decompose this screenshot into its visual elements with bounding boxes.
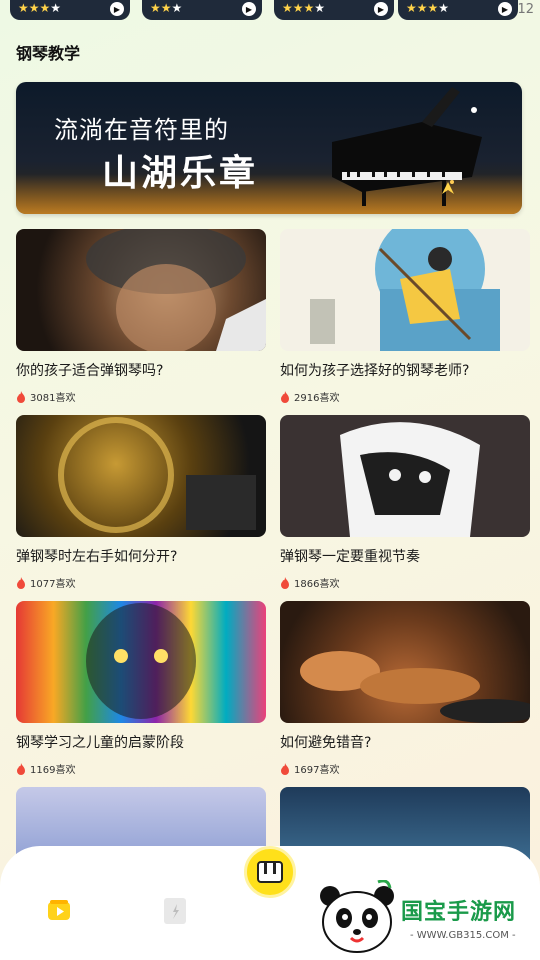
article-likes: 1169喜欢 bbox=[16, 761, 266, 776]
fire-icon bbox=[281, 576, 289, 589]
fire-icon bbox=[17, 762, 25, 775]
top-card-strip: ★★★★ ▶ ★★★ ▶ ★★★★ ▶ ★★★★ ▶ 12 bbox=[0, 0, 540, 22]
article-likes: 1697喜欢 bbox=[280, 761, 530, 776]
article-likes: 2916喜欢 bbox=[280, 389, 530, 404]
article-title: 钢琴学习之儿童的启蒙阶段 bbox=[16, 735, 184, 751]
article-title: 弹钢琴一定要重视节奏 bbox=[280, 549, 420, 565]
likes-count: 1697喜欢 bbox=[294, 765, 340, 776]
play-icon[interactable]: ▶ bbox=[110, 2, 124, 16]
likes-count: 2916喜欢 bbox=[294, 393, 340, 404]
likes-count: 1077喜欢 bbox=[30, 579, 76, 590]
article-card[interactable]: 钢琴学习之儿童的启蒙阶段 1169喜欢 bbox=[16, 601, 266, 776]
rating-stars: ★★★ bbox=[150, 1, 183, 15]
rating-stars: ★★★★ bbox=[406, 1, 450, 15]
play-icon[interactable]: ▶ bbox=[242, 2, 256, 16]
article-card[interactable]: 如何为孩子选择好的钢琴老师? 2916喜欢 bbox=[280, 229, 530, 404]
article-card[interactable]: 你的孩子适合弹钢琴吗? 3081喜欢 bbox=[16, 229, 266, 404]
article-thumbnail-gramophone bbox=[16, 415, 266, 537]
banner-line2: 山湖乐章 bbox=[102, 152, 259, 194]
partial-number: 12 bbox=[517, 2, 534, 17]
section-title: 钢琴教学 bbox=[16, 44, 81, 63]
article-title: 你的孩子适合弹钢琴吗? bbox=[16, 363, 164, 379]
top-card-3[interactable]: ★★★★ ▶ bbox=[274, 0, 394, 20]
article-thumbnail-popart bbox=[16, 601, 266, 723]
article-title: 弹钢琴时左右手如何分开? bbox=[16, 549, 178, 565]
top-card-2[interactable]: ★★★ ▶ bbox=[142, 0, 262, 20]
likes-count: 3081喜欢 bbox=[30, 393, 76, 404]
video-tab-icon[interactable] bbox=[46, 898, 72, 924]
article-thumbnail-instruments bbox=[280, 601, 530, 723]
music-tab-icon[interactable] bbox=[162, 896, 188, 926]
rating-stars: ★★★★ bbox=[282, 1, 326, 15]
article-likes: 1866喜欢 bbox=[280, 575, 530, 590]
article-title: 如何避免错音? bbox=[280, 735, 372, 751]
site-watermark: 国宝手游网 - WWW.GB315.COM - bbox=[318, 880, 540, 960]
article-thumbnail-beethoven bbox=[16, 229, 266, 351]
fire-icon bbox=[281, 762, 289, 775]
watermark-url: - WWW.GB315.COM - bbox=[410, 930, 516, 941]
piano-keys-icon bbox=[257, 861, 283, 883]
article-card[interactable]: 弹钢琴一定要重视节奏 1866喜欢 bbox=[280, 415, 530, 590]
play-icon[interactable]: ▶ bbox=[374, 2, 388, 16]
top-card-4[interactable]: ★★★★ ▶ bbox=[398, 0, 518, 20]
play-icon[interactable]: ▶ bbox=[498, 2, 512, 16]
grand-piano-illustration bbox=[332, 87, 482, 206]
article-card[interactable]: 如何避免错音? 1697喜欢 bbox=[280, 601, 530, 776]
banner-line1: 流淌在音符里的 bbox=[54, 116, 229, 144]
article-thumbnail-beethoven-bw bbox=[280, 415, 530, 537]
article-thumbnail-illustration bbox=[280, 229, 530, 351]
fire-icon bbox=[17, 576, 25, 589]
rating-stars: ★★★★ bbox=[18, 1, 62, 15]
watermark-name: 国宝手游网 bbox=[401, 900, 517, 925]
featured-banner[interactable]: 流淌在音符里的 山湖乐章 bbox=[16, 82, 522, 214]
piano-center-button[interactable] bbox=[244, 846, 296, 898]
article-card[interactable]: 弹钢琴时左右手如何分开? 1077喜欢 bbox=[16, 415, 266, 590]
fire-icon bbox=[281, 390, 289, 403]
article-likes: 1077喜欢 bbox=[16, 575, 266, 590]
article-likes: 3081喜欢 bbox=[16, 389, 266, 404]
panda-logo-icon bbox=[320, 880, 394, 953]
top-card-1[interactable]: ★★★★ ▶ bbox=[10, 0, 130, 20]
likes-count: 1866喜欢 bbox=[294, 579, 340, 590]
article-title: 如何为孩子选择好的钢琴老师? bbox=[280, 363, 470, 379]
likes-count: 1169喜欢 bbox=[30, 765, 76, 776]
fire-icon bbox=[17, 390, 25, 403]
